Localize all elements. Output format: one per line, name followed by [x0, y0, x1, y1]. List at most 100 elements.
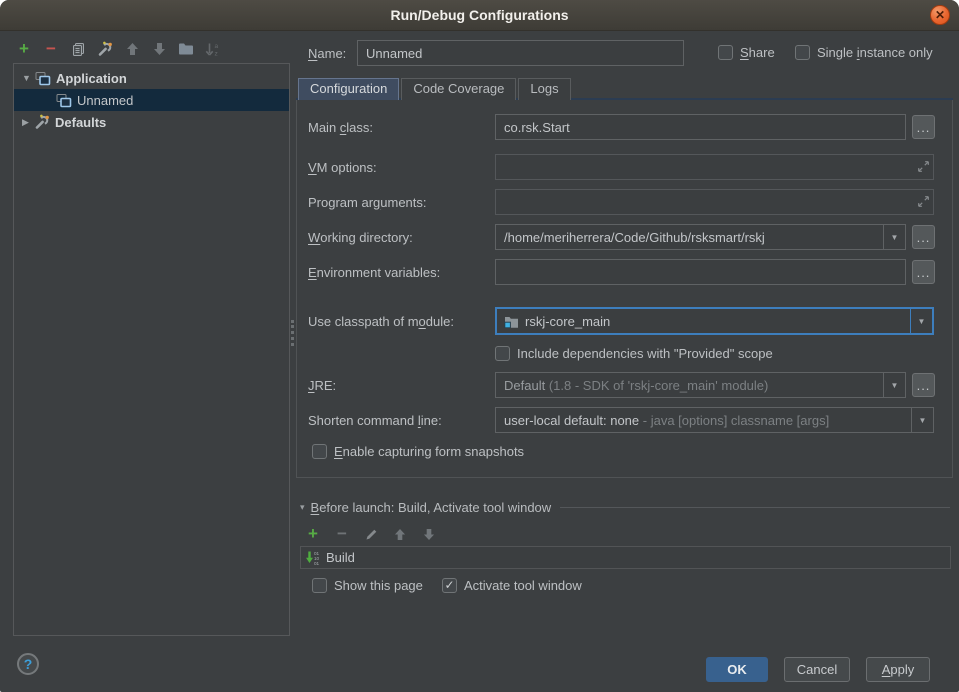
working-directory-label: Working directory:: [308, 224, 413, 250]
shorten-command-line-label: Shorten command line:: [308, 407, 442, 433]
sort-configurations-button[interactable]: az: [205, 41, 221, 57]
tab-configuration[interactable]: Configuration: [298, 78, 399, 100]
ellipsis-icon: ...: [917, 121, 931, 134]
main-class-label: Main class:: [308, 114, 373, 140]
arrow-down-icon: [423, 528, 435, 541]
enable-capturing-label: Enable capturing form snapshots: [334, 443, 524, 459]
dropdown-button[interactable]: ▼: [911, 408, 933, 432]
copy-configuration-button[interactable]: [70, 41, 86, 57]
show-this-page-checkbox[interactable]: [312, 578, 327, 593]
edit-task-button[interactable]: [363, 526, 379, 542]
dropdown-button[interactable]: ▼: [910, 309, 932, 333]
minus-icon: −: [337, 528, 347, 540]
tree-item-label: Defaults: [55, 115, 106, 130]
before-launch-header[interactable]: ▾ Before launch: Build, Activate tool wi…: [300, 500, 950, 515]
move-up-button[interactable]: [124, 41, 140, 57]
module-combobox[interactable]: rskj-core_main ▼: [495, 307, 934, 335]
enable-capturing-checkbox[interactable]: [312, 444, 327, 459]
create-folder-button[interactable]: [178, 41, 194, 57]
dropdown-button[interactable]: ▼: [883, 225, 905, 249]
cancel-button[interactable]: Cancel: [784, 657, 850, 682]
vm-options-input[interactable]: [495, 154, 934, 180]
chevron-down-icon: ▼: [891, 381, 899, 390]
section-rule: [560, 507, 950, 508]
folder-icon: [178, 42, 194, 56]
main-class-input[interactable]: [495, 114, 906, 140]
application-type-icon: [55, 93, 72, 108]
tab-bar: Configuration Code Coverage Logs: [298, 78, 571, 100]
tab-logs[interactable]: Logs: [518, 78, 570, 100]
environment-variables-label: Environment variables:: [308, 259, 440, 285]
svg-text:01: 01: [314, 561, 320, 566]
add-task-button[interactable]: +: [305, 526, 321, 542]
before-launch-task-list[interactable]: 011001 Build: [300, 546, 951, 569]
jre-browse-button[interactable]: ...: [912, 373, 935, 397]
pencil-icon: [365, 528, 378, 541]
dropdown-button[interactable]: ▼: [883, 373, 905, 397]
shorten-value: user-local default: none: [504, 413, 639, 428]
ok-button[interactable]: OK: [706, 657, 768, 682]
plus-icon: +: [308, 527, 318, 541]
use-classpath-label: Use classpath of module:: [308, 308, 454, 334]
main-class-browse-button[interactable]: ...: [912, 115, 935, 139]
working-directory-browse-button[interactable]: ...: [912, 225, 935, 249]
environment-variables-browse-button[interactable]: ...: [912, 260, 935, 284]
expand-field-icon[interactable]: [917, 195, 953, 208]
single-instance-label: Single instance only: [817, 44, 933, 60]
move-task-up-button[interactable]: [392, 526, 408, 542]
add-configuration-button[interactable]: +: [16, 41, 32, 57]
close-icon: ✕: [935, 8, 945, 22]
tree-item-defaults[interactable]: ▶ Defaults: [14, 111, 289, 133]
edit-defaults-button[interactable]: [97, 41, 113, 57]
expand-field-icon[interactable]: [917, 160, 953, 173]
single-instance-checkbox[interactable]: [795, 45, 810, 60]
before-launch-title: Before launch: Build, Activate tool wind…: [311, 500, 552, 515]
program-arguments-label: Program arguments:: [308, 189, 427, 215]
chevron-down-icon: ▼: [918, 317, 926, 326]
jre-combobox[interactable]: Default (1.8 - SDK of 'rskj-core_main' m…: [495, 372, 906, 398]
move-down-button[interactable]: [151, 41, 167, 57]
jre-value: Default: [504, 378, 545, 393]
minus-icon: −: [46, 43, 56, 55]
titlebar[interactable]: Run/Debug Configurations ✕: [0, 0, 959, 31]
tree-item-application[interactable]: ▼ Application: [14, 67, 289, 89]
include-provided-checkbox[interactable]: [495, 346, 510, 361]
working-directory-combobox[interactable]: /home/meriherrera/Code/Github/rsksmart/r…: [495, 224, 906, 250]
module-value: rskj-core_main: [525, 314, 610, 329]
shorten-command-line-combobox[interactable]: user-local default: none - java [options…: [495, 407, 934, 433]
ellipsis-icon: ...: [917, 231, 931, 244]
tree-item-unnamed[interactable]: Unnamed: [14, 89, 289, 111]
tab-code-coverage[interactable]: Code Coverage: [401, 78, 516, 100]
defaults-wrench-icon: [34, 114, 50, 130]
include-provided-label: Include dependencies with "Provided" sco…: [517, 345, 773, 361]
ellipsis-icon: ...: [917, 379, 931, 392]
module-icon: [504, 315, 519, 328]
activate-tool-window-checkbox[interactable]: ✓: [442, 578, 457, 593]
tree-item-label: Application: [56, 71, 127, 86]
splitter-handle[interactable]: [291, 320, 294, 346]
expanded-twisty-icon[interactable]: ▼: [22, 73, 32, 83]
section-collapse-icon[interactable]: ▾: [300, 502, 305, 513]
plus-icon: +: [19, 42, 29, 56]
task-label: Build: [326, 550, 355, 565]
name-input[interactable]: [357, 40, 684, 66]
close-button[interactable]: ✕: [930, 5, 950, 25]
program-arguments-input[interactable]: [495, 189, 934, 215]
apply-button[interactable]: Apply: [866, 657, 930, 682]
remove-configuration-button[interactable]: −: [43, 41, 59, 57]
svg-text:z: z: [215, 50, 218, 57]
move-task-down-button[interactable]: [421, 526, 437, 542]
collapsed-twisty-icon[interactable]: ▶: [22, 117, 32, 128]
share-checkbox[interactable]: [718, 45, 733, 60]
jre-value-detail: (1.8 - SDK of 'rskj-core_main' module): [545, 378, 768, 393]
vm-options-label: VM options:: [308, 154, 377, 180]
environment-variables-input[interactable]: [495, 259, 906, 285]
chevron-down-icon: ▼: [919, 416, 927, 425]
jre-label: JRE:: [308, 372, 336, 398]
remove-task-button[interactable]: −: [334, 526, 350, 542]
configurations-tree: ▼ Application Unnamed ▶ Defaults: [13, 63, 290, 636]
configurations-toolbar: + − az: [16, 41, 221, 57]
help-icon: ?: [24, 656, 33, 672]
svg-text:a: a: [215, 43, 219, 50]
help-button[interactable]: ?: [17, 653, 39, 675]
